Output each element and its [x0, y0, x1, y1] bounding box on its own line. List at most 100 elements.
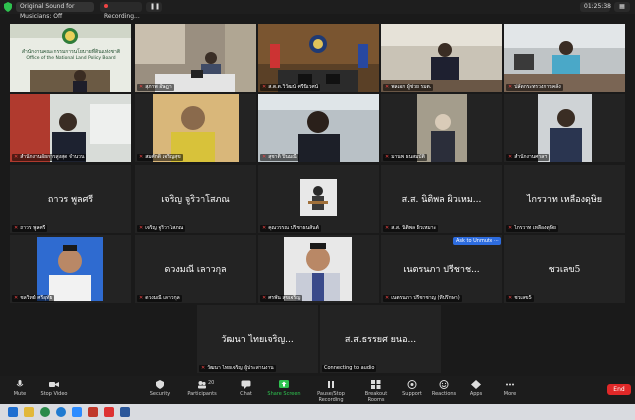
participant-name-label: ✕ ดวงมณี เลาวกุล	[137, 295, 182, 302]
camera-feed	[381, 24, 502, 92]
pdf-reader-icon[interactable]	[104, 407, 114, 417]
video-tile-4[interactable]: ✕ พลเอก ผู้ช่วย รมต.	[381, 24, 502, 92]
video-tile-1[interactable]: สำนักงานคณะกรรมการนโยบายที่ดินแห่งชาติ O…	[10, 24, 131, 92]
stop-video-button[interactable]: Stop Video	[34, 380, 74, 397]
windows-start-icon[interactable]	[8, 407, 18, 417]
mic-muted-icon: ✕	[262, 295, 267, 301]
mic-muted-icon: ✕	[262, 84, 267, 90]
participant-display-name: ส.ส.ธรรยศ ยนอ...	[344, 335, 417, 345]
video-tile-3[interactable]: ✕ ส.ต.ต.วิวัฒน์ ศรีนิเวศน์	[258, 24, 379, 92]
participant-name-label: ✕ สุภาพ อัษฎา	[137, 84, 174, 91]
video-tile-15[interactable]: ไกรวาท เหลืองดุษิย ✕ ไกรวาท เหลืองดุษิย	[504, 165, 625, 233]
video-tile-12[interactable]: เจริญ จูริวาโสภณ ✕ เจริญ จูริวาโสภณ	[135, 165, 256, 233]
participant-name-label: ✕ สุชาติ ปิ่นมณี	[260, 154, 299, 161]
profile-picture	[300, 179, 337, 216]
more-options-icon[interactable]: ⋯	[492, 237, 501, 245]
chat-button[interactable]: Chat	[226, 380, 266, 397]
mic-muted-icon: ✕	[508, 84, 513, 90]
video-tile-17[interactable]: ดวงมณี เลาวกุล ✕ ดวงมณี เลาวกุล	[135, 235, 256, 303]
participants-button[interactable]: Participants	[182, 380, 222, 397]
participant-name-label: ✕ ชลวิทย์ ศรีอุทัย	[12, 295, 55, 302]
video-tile-14[interactable]: ส.ส. นิติพล ผิวเหม... ✕ ส.ส. นิติพล ผิวเห…	[381, 165, 502, 233]
breakout-rooms-icon	[371, 380, 381, 389]
participant-display-name: เจริญ จูริวาโสภณ	[161, 195, 230, 205]
participant-display-name: วัฒนา ไทยเจริญ...	[221, 335, 294, 345]
chrome-icon[interactable]	[40, 407, 50, 417]
camera-feed	[10, 94, 131, 162]
video-tile-19[interactable]: Ask to Unmute ⋯ เนตรนภา ปรีชาช... ✕ เนตรน…	[381, 235, 502, 303]
participant-display-name: ชวเลข5	[548, 265, 581, 275]
breakout-rooms-button[interactable]: Breakout Rooms	[356, 380, 396, 403]
apps-icon	[471, 380, 481, 389]
original-sound-button[interactable]: Original Sound for Musicians: Off	[16, 2, 94, 20]
pause-stop-recording-button[interactable]: Pause/Stop Recording	[306, 380, 356, 403]
participant-name-label: ✕ วัฒนา ไทยเจริญ ผู้ประสานงาน	[199, 365, 276, 372]
shield-icon[interactable]	[4, 2, 12, 12]
meeting-timer: 01:25:38	[580, 2, 611, 12]
edge-icon[interactable]	[56, 407, 66, 417]
video-tile-9[interactable]: ✕ มานพ ธนสมบัติ	[381, 94, 502, 162]
participant-name-label: ✕ ปลัดกระทรวงการคลัง	[506, 84, 563, 91]
zoom-app-icon[interactable]	[72, 407, 82, 417]
mic-muted-icon: ✕	[14, 295, 19, 301]
participants-count: 20	[208, 380, 215, 386]
end-meeting-button[interactable]: End	[607, 384, 631, 395]
view-grid-icon[interactable]: ▦	[614, 2, 630, 12]
more-button[interactable]: More	[490, 380, 530, 397]
participant-display-name: ถาวร พูลศรี	[47, 195, 94, 205]
participant-name-label: ✕ ส.ส. นิติพล ผิวเหมาะ	[383, 225, 439, 232]
mic-muted-icon: ✕	[139, 84, 144, 90]
participant-name-label: Connecting to audio	[322, 365, 377, 372]
video-tile-22[interactable]: ส.ส.ธรรยศ ยนอ... Connecting to audio	[320, 305, 441, 373]
recording-indicator[interactable]: Recording...	[100, 2, 142, 20]
camera-feed	[504, 24, 625, 92]
participant-name-label: ✕ สมศักดิ์ เจริญสุข	[137, 154, 183, 161]
word-icon[interactable]	[120, 407, 130, 417]
smiley-icon	[439, 380, 449, 389]
video-tile-8[interactable]: ✕ สุชาติ ปิ่นมณี	[258, 94, 379, 162]
video-tile-18[interactable]: ✕ ศรพัน สุขเจริญ	[258, 235, 379, 303]
mic-muted-icon: ✕	[14, 154, 19, 160]
participant-display-name: ดวงมณี เลาวกุล	[164, 265, 227, 275]
participant-name-label: ✕ เจริญ จูริวาโสภณ	[137, 225, 186, 232]
video-tile-7[interactable]: ✕ สมศักดิ์ เจริญสุข	[135, 94, 256, 162]
video-tile-6[interactable]: ✕ สำนักงานอัยการสูงสุด จำนวน	[10, 94, 131, 162]
participant-display-name: เนตรนภา ปรีชาช...	[403, 265, 480, 275]
share-screen-button[interactable]: Share Screen	[264, 380, 304, 397]
video-tile-13[interactable]: ✕ คุณวรรณ ปริชาธนสันต์	[258, 165, 379, 233]
video-tile-16[interactable]: ✕ ชลวิทย์ ศรีอุทัย	[10, 235, 131, 303]
video-tile-10[interactable]: ✕ สำนักงานศาลฯ	[504, 94, 625, 162]
pause-icon[interactable]: ❚❚	[146, 2, 162, 12]
mic-muted-icon: ✕	[508, 295, 513, 301]
mic-muted-icon: ✕	[14, 225, 19, 231]
participant-name-label: ✕ มานพ ธนสมบัติ	[383, 154, 427, 161]
mic-muted-icon: ✕	[201, 365, 206, 371]
pause-record-icon	[328, 381, 334, 388]
video-tile-20[interactable]: ชวเลข5 ✕ ชวเลข5	[504, 235, 625, 303]
shield-icon	[156, 380, 164, 389]
security-button[interactable]: Security	[140, 380, 180, 397]
video-tile-21[interactable]: วัฒนา ไทยเจริญ... ✕ วัฒนา ไทยเจริญ ผู้ประ…	[197, 305, 318, 373]
participant-name-label: ✕ สำนักงานอัยการสูงสุด จำนวน	[12, 154, 87, 161]
video-tile-2-active-speaker[interactable]: ✕ สุภาพ อัษฎา	[135, 24, 256, 92]
powerpoint-icon[interactable]	[88, 407, 98, 417]
mic-muted-icon: ✕	[385, 295, 390, 301]
participant-name-label: ✕ ส.ต.ต.วิวัฒน์ ศรีนิเวศน์	[260, 84, 321, 91]
mic-muted-icon: ✕	[385, 84, 390, 90]
mic-muted-icon: ✕	[139, 154, 144, 160]
ask-to-unmute-button[interactable]: Ask to Unmute	[453, 237, 497, 245]
participant-name-label: ✕ คุณวรรณ ปริชาธนสันต์	[260, 225, 321, 232]
meeting-top-bar: Original Sound for Musicians: Off Record…	[0, 0, 635, 20]
participant-name-label: ✕ ศรพัน สุขเจริญ	[260, 295, 303, 302]
camera-feed	[135, 24, 256, 92]
video-tile-5[interactable]: ✕ ปลัดกระทรวงการคลัง	[504, 24, 625, 92]
support-icon	[407, 380, 417, 389]
video-tile-11[interactable]: ถาวร พูลศรี ✕ ถาวร พูลศรี	[10, 165, 131, 233]
camera-feed	[258, 94, 379, 162]
camera-feed	[504, 94, 625, 162]
share-screen-icon	[279, 380, 289, 388]
ellipsis-icon	[506, 383, 514, 386]
file-explorer-icon[interactable]	[24, 407, 34, 417]
record-dot-icon	[104, 4, 108, 8]
mic-muted-icon: ✕	[508, 154, 513, 160]
